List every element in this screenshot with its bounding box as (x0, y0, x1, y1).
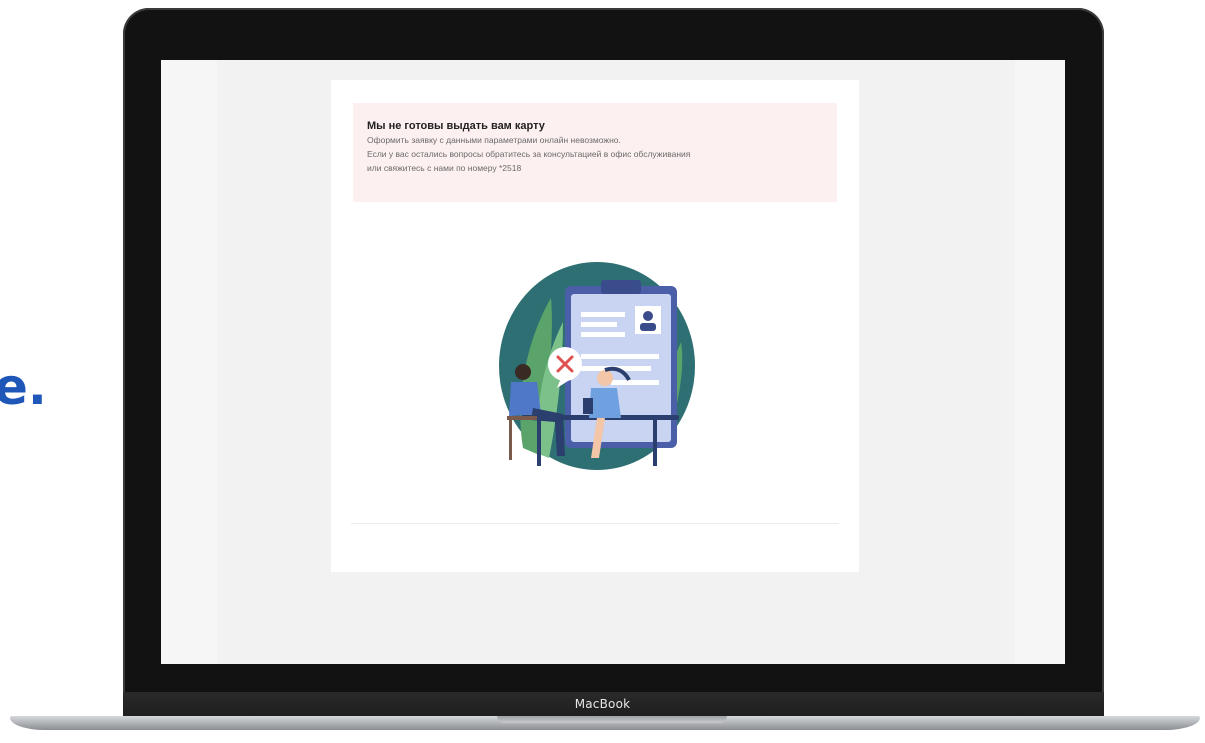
result-card: Мы не готовы выдать вам карту Оформить з… (331, 80, 859, 572)
screen-margin-left (161, 60, 217, 664)
man-head (515, 364, 531, 380)
alert-title: Мы не готовы выдать вам карту (367, 120, 545, 132)
clipboard-clip (601, 280, 641, 294)
alert-line: Если у вас остались вопросы обратитесь з… (367, 149, 691, 159)
side-text: e. (0, 358, 47, 416)
laptop-notch (497, 716, 727, 723)
text-line (581, 312, 625, 317)
divider (351, 523, 839, 524)
rejection-alert: Мы не готовы выдать вам карту Оформить з… (353, 103, 837, 202)
laptop-screen: Мы не готовы выдать вам карту Оформить з… (161, 60, 1065, 664)
brand-label: MacBook (574, 697, 631, 711)
alert-line: Оформить заявку с данными параметрами он… (367, 135, 621, 145)
avatar-icon (643, 311, 653, 321)
text-line (581, 322, 617, 327)
laptop-device (583, 398, 593, 414)
text-line (581, 354, 659, 359)
screen-margin-right (1015, 60, 1065, 664)
woman-body (589, 388, 621, 418)
text-line (581, 332, 625, 337)
rejected-application-illustration (499, 262, 695, 470)
woman-head (597, 370, 613, 386)
alert-line: или свяжитесь с нами по номеру *2518 (367, 163, 522, 173)
text-line (611, 380, 659, 385)
